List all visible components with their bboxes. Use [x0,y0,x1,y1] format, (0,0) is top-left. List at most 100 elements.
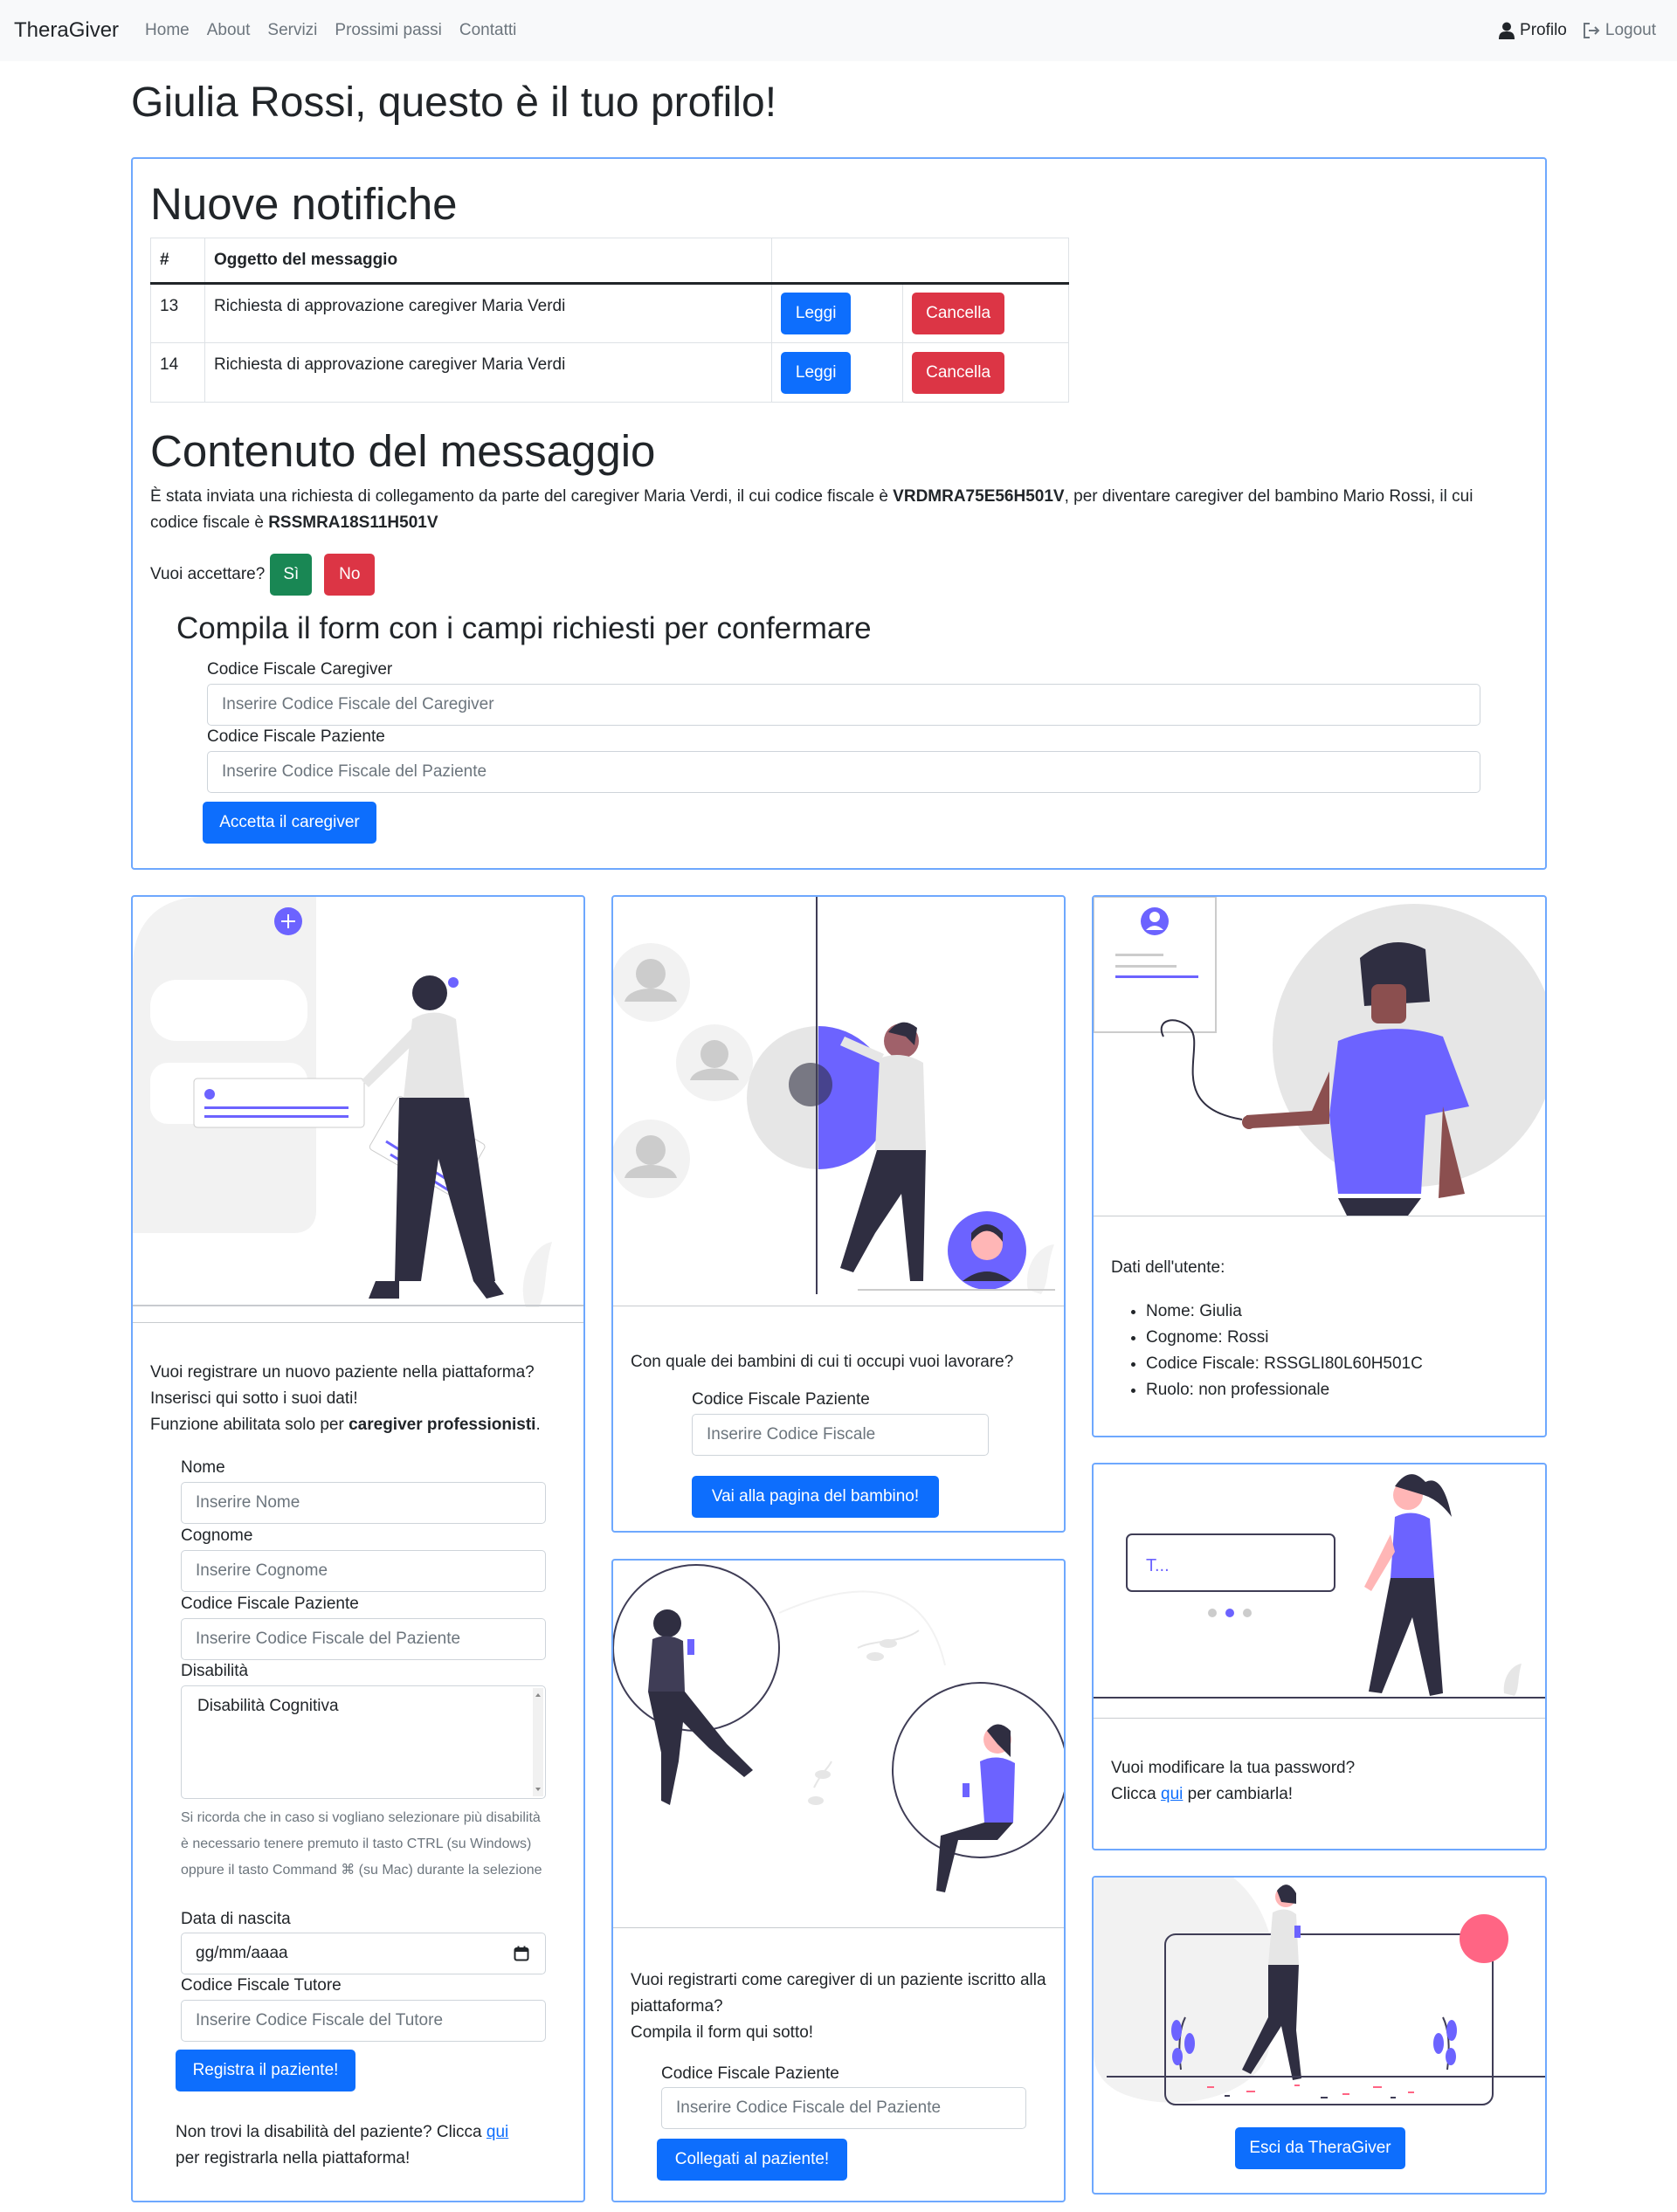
patient-cf-input[interactable]: Inserire Codice Fiscale del Paziente [181,1618,546,1660]
join-patient-text: Vuoi registrarti come caregiver di un pa… [631,1971,1046,2016]
register-patient-button[interactable]: Registra il paziente! [176,2050,355,2091]
register-patient-illustration [133,897,583,1307]
exit-illustration [1094,1878,1545,2105]
register-footer: Non trovi la disabilità del paziente? Cl… [176,2119,569,2172]
read-button[interactable]: Leggi [781,351,852,394]
brand-logo[interactable]: TheraGiver [14,18,119,43]
password-mock-input: T... [1146,1556,1170,1575]
table-row: 14 Richiesta di approvazione caregiver M… [150,342,1069,403]
register-footer-text: Non trovi la disabilità del paziente? Cl… [176,2123,487,2141]
birth-date-label: Data di nascita [181,1910,291,1928]
yes-button[interactable]: Sì [270,554,313,596]
user-info-title: Dati dell'utente: [1111,1258,1225,1277]
nav-profile-link[interactable]: Profilo [1499,21,1567,40]
table-row: 13 Richiesta di approvazione caregiver M… [150,283,1069,343]
name-label: Nome [181,1458,225,1477]
read-button[interactable]: Leggi [781,293,852,334]
password-instruction: Clicca qui per cambiarla! [1111,1781,1355,1808]
nav-logout-label: Logout [1605,21,1656,39]
surname-input[interactable]: Inserire Cognome [181,1550,546,1592]
child-cf-input[interactable]: Inserire Codice Fiscale [692,1414,989,1456]
confirm-form-title: Compila il form con i campi richiesti pe… [176,611,872,645]
change-password-link[interactable]: qui [1161,1785,1183,1803]
choose-child-question: Con quale dei bambini di cui ti occupi v… [631,1353,1014,1371]
user-info-card: Dati dell'utente: Nome: Giulia Cognome: … [1092,895,1547,1437]
join-cf-label: Codice Fiscale Paziente [661,2064,839,2083]
message-title: Contenuto del messaggio [150,426,656,476]
nav-logout-link[interactable]: Logout [1583,21,1656,40]
nav-link-home[interactable]: Home [145,21,190,40]
tutor-cf-label: Codice Fiscale Tutore [181,1976,342,1995]
join-patient-illustration [613,1564,1064,1892]
register-intro-line: Vuoi registrare un nuovo paziente nella … [150,1363,535,1382]
register-intro: Vuoi registrare un nuovo paziente nella … [150,1360,569,1438]
register-intro-text: . [535,1416,541,1434]
accept-row: Vuoi accettare? Sì No [150,554,376,596]
join-cf-input[interactable]: Inserire Codice Fiscale del Paziente [661,2087,1026,2129]
register-patient-card: Vuoi registrare un nuovo paziente nella … [131,895,585,2202]
nav-link-servizi[interactable]: Servizi [267,21,317,40]
user-info-list: Nome: Giulia Cognome: Rossi Codice Fisca… [1111,1299,1423,1403]
col-header-actions [771,238,1069,285]
notifications-card: Nuove notifiche # Oggetto del messaggio … [131,157,1547,870]
disability-label: Disabilità [181,1662,249,1680]
go-to-child-button[interactable]: Vai alla pagina del bambino! [692,1476,939,1518]
notification-subject: Richiesta di approvazione caregiver Mari… [204,283,773,343]
join-patient-intro: Vuoi registrarti come caregiver di un pa… [631,1967,1050,2046]
password-illustration [1094,1474,1545,1699]
nav-link-prossimi-passi[interactable]: Prossimi passi [335,21,441,40]
birth-date-input[interactable]: gg/mm/aaaa [181,1933,546,1974]
patient-cf-label: Codice Fiscale Paziente [207,727,385,746]
notifications-table: # Oggetto del messaggio 13 Richiesta di … [150,238,1069,403]
exit-button[interactable]: Esci da TheraGiver [1235,2127,1405,2169]
patient-cf-label: Codice Fiscale Paziente [181,1595,359,1613]
user-info-name: Nome: Giulia [1146,1299,1423,1325]
password-text: Vuoi modificare la tua password? Clicca … [1111,1755,1355,1808]
patient-cf-input[interactable]: Inserire Codice Fiscale del Paziente [207,751,1480,793]
user-icon [1499,22,1515,39]
join-patient-button[interactable]: Collegati al paziente! [657,2139,847,2181]
col-header-subject: Oggetto del messaggio [204,238,773,285]
caregiver-cf-label: Codice Fiscale Caregiver [207,660,393,679]
caregiver-fiscal-code: VRDMRA75E56H501V [893,487,1065,506]
user-info-fiscal-code: Codice Fiscale: RSSGLI80L60H501C [1146,1351,1423,1377]
logout-icon [1583,23,1600,38]
delete-button[interactable]: Cancella [912,351,1005,394]
surname-label: Cognome [181,1526,253,1545]
message-text-part: È stata inviata una richiesta di collega… [150,487,894,506]
name-input[interactable]: Inserire Nome [181,1482,546,1524]
notification-id: 14 [150,342,205,403]
nav-profile-label: Profilo [1520,21,1567,39]
delete-button[interactable]: Cancella [912,293,1005,334]
join-patient-text: Compila il form qui sotto! [631,2023,814,2042]
register-intro-bold: caregiver professionisti [349,1416,536,1434]
col-header-id: # [150,238,205,285]
accept-caregiver-button[interactable]: Accetta il caregiver [203,802,376,844]
select-scrollbar[interactable] [533,1688,543,1796]
disability-select[interactable]: Disabilità Cognitiva [181,1685,546,1799]
scroll-down-icon [535,1788,541,1791]
message-body: È stata inviata una richiesta di collega… [150,484,1513,536]
choose-child-illustration [613,897,1055,1294]
password-text-part: Clicca [1111,1785,1162,1803]
join-patient-card: Vuoi registrarti come caregiver di un pa… [611,1559,1066,2202]
nav-link-contatti[interactable]: Contatti [459,21,516,40]
nav-link-about[interactable]: About [207,21,251,40]
no-button[interactable]: No [324,554,376,596]
birth-date-placeholder: gg/mm/aaaa [196,1944,288,1962]
caregiver-cf-input[interactable]: Inserire Codice Fiscale del Caregiver [207,684,1480,726]
disability-option[interactable]: Disabilità Cognitiva [197,1697,339,1716]
register-disability-link[interactable]: qui [487,2123,508,2141]
user-info-role: Ruolo: non professionale [1146,1377,1423,1403]
password-question: Vuoi modificare la tua password? [1111,1759,1356,1777]
exit-card: Esci da TheraGiver [1092,1876,1547,2195]
calendar-icon[interactable] [514,1946,529,1961]
register-intro-text: Funzione abilitata solo per [150,1416,349,1434]
notification-id: 13 [150,283,205,343]
scroll-up-icon [535,1693,541,1697]
tutor-cf-input[interactable]: Inserire Codice Fiscale del Tutore [181,2000,546,2042]
register-intro-line: Inserisci qui sotto i suoi dati! [150,1389,358,1408]
user-profile-illustration [1094,897,1545,1216]
child-fiscal-code: RSSMRA18S11H501V [268,513,438,532]
disability-hint: Si ricorda che in caso si vogliano selez… [181,1810,542,1878]
